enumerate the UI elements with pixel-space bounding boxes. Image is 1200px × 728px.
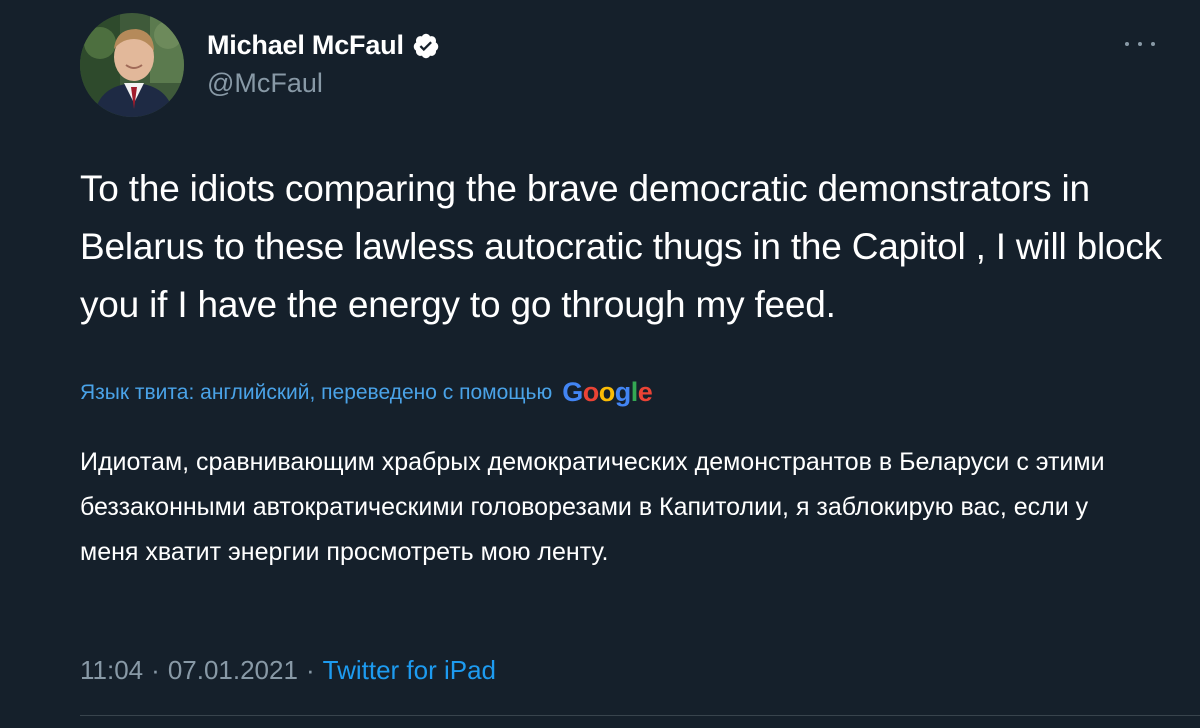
more-horizontal-icon-dot: [1151, 42, 1155, 46]
more-horizontal-icon-dot: [1138, 42, 1142, 46]
google-logo-letter: o: [598, 377, 616, 407]
meta-separator: ·: [305, 655, 315, 685]
google-logo-letter: o: [582, 377, 600, 407]
tweet-card: Michael McFaul @McFaul To the idiots com…: [0, 0, 1200, 728]
tweet-metadata: 11:04 · 07.01.2021 · Twitter for iPad: [80, 655, 496, 686]
google-logo: Google: [562, 377, 653, 408]
tweet-date[interactable]: 07.01.2021: [168, 655, 298, 686]
translation-label: Язык твита: английский, переведено с пом…: [80, 380, 553, 404]
tweet-text: To the idiots comparing the brave democr…: [80, 168, 1162, 325]
name-row: Michael McFaul: [207, 28, 440, 64]
tweet-source-link[interactable]: Twitter for iPad: [323, 655, 496, 686]
google-logo-letter: l: [630, 377, 639, 407]
more-horizontal-icon: [1125, 42, 1129, 46]
avatar-image: [80, 13, 184, 117]
verified-badge-icon: [412, 32, 440, 60]
meta-separator: ·: [151, 655, 160, 685]
author-handle[interactable]: @McFaul: [207, 68, 440, 99]
google-logo-letter: g: [614, 377, 632, 407]
more-options-button[interactable]: [1120, 34, 1160, 54]
avatar[interactable]: [80, 13, 184, 117]
divider: [80, 715, 1200, 716]
google-logo-letter: G: [562, 377, 583, 407]
author-identity: Michael McFaul @McFaul: [207, 28, 440, 99]
tweet-header: Michael McFaul @McFaul: [80, 13, 440, 117]
translated-tweet-text: Идиотам, сравнивающим храбрых демократич…: [80, 448, 1105, 566]
translation-attribution[interactable]: Язык твита: английский, переведено с пом…: [80, 377, 653, 408]
google-logo-letter: e: [637, 377, 653, 407]
tweet-time[interactable]: 11:04: [80, 655, 143, 686]
author-name[interactable]: Michael McFaul: [207, 30, 404, 61]
